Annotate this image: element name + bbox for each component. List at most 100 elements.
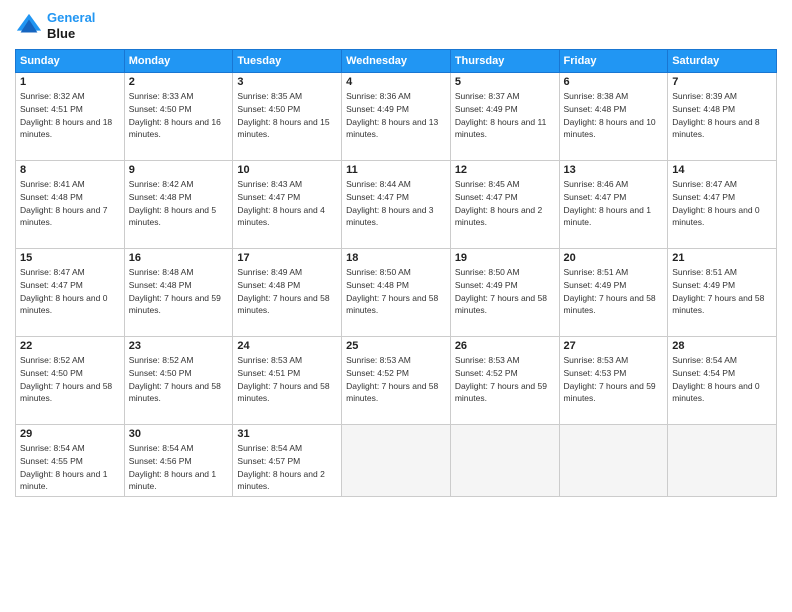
day-number: 6 — [564, 76, 664, 88]
day-number: 27 — [564, 340, 664, 352]
day-info: Sunrise: 8:53 AM Sunset: 4:51 PM Dayligh… — [237, 354, 337, 405]
calendar-week-row: 8 Sunrise: 8:41 AM Sunset: 4:48 PM Dayli… — [16, 161, 777, 249]
calendar-cell: 24 Sunrise: 8:53 AM Sunset: 4:51 PM Dayl… — [233, 337, 342, 425]
day-info: Sunrise: 8:54 AM Sunset: 4:56 PM Dayligh… — [129, 442, 229, 493]
day-number: 24 — [237, 340, 337, 352]
day-info: Sunrise: 8:53 AM Sunset: 4:53 PM Dayligh… — [564, 354, 664, 405]
calendar-cell — [450, 425, 559, 497]
calendar-cell: 7 Sunrise: 8:39 AM Sunset: 4:48 PM Dayli… — [668, 73, 777, 161]
day-number: 26 — [455, 340, 555, 352]
col-wednesday: Wednesday — [342, 50, 451, 73]
col-saturday: Saturday — [668, 50, 777, 73]
day-number: 28 — [672, 340, 772, 352]
calendar-cell: 12 Sunrise: 8:45 AM Sunset: 4:47 PM Dayl… — [450, 161, 559, 249]
day-number: 9 — [129, 164, 229, 176]
day-number: 10 — [237, 164, 337, 176]
day-info: Sunrise: 8:47 AM Sunset: 4:47 PM Dayligh… — [672, 178, 772, 229]
calendar-cell: 22 Sunrise: 8:52 AM Sunset: 4:50 PM Dayl… — [16, 337, 125, 425]
calendar-cell: 25 Sunrise: 8:53 AM Sunset: 4:52 PM Dayl… — [342, 337, 451, 425]
day-number: 4 — [346, 76, 446, 88]
calendar-cell: 31 Sunrise: 8:54 AM Sunset: 4:57 PM Dayl… — [233, 425, 342, 497]
day-number: 29 — [20, 428, 120, 440]
calendar-cell: 3 Sunrise: 8:35 AM Sunset: 4:50 PM Dayli… — [233, 73, 342, 161]
calendar-cell: 28 Sunrise: 8:54 AM Sunset: 4:54 PM Dayl… — [668, 337, 777, 425]
calendar-cell: 8 Sunrise: 8:41 AM Sunset: 4:48 PM Dayli… — [16, 161, 125, 249]
day-info: Sunrise: 8:47 AM Sunset: 4:47 PM Dayligh… — [20, 266, 120, 317]
day-number: 17 — [237, 252, 337, 264]
calendar-cell: 11 Sunrise: 8:44 AM Sunset: 4:47 PM Dayl… — [342, 161, 451, 249]
calendar-cell: 5 Sunrise: 8:37 AM Sunset: 4:49 PM Dayli… — [450, 73, 559, 161]
day-number: 14 — [672, 164, 772, 176]
day-info: Sunrise: 8:32 AM Sunset: 4:51 PM Dayligh… — [20, 90, 120, 141]
day-number: 13 — [564, 164, 664, 176]
day-number: 11 — [346, 164, 446, 176]
calendar-cell: 10 Sunrise: 8:43 AM Sunset: 4:47 PM Dayl… — [233, 161, 342, 249]
calendar-cell — [559, 425, 668, 497]
day-info: Sunrise: 8:36 AM Sunset: 4:49 PM Dayligh… — [346, 90, 446, 141]
day-info: Sunrise: 8:54 AM Sunset: 4:57 PM Dayligh… — [237, 442, 337, 493]
day-info: Sunrise: 8:52 AM Sunset: 4:50 PM Dayligh… — [20, 354, 120, 405]
calendar-cell: 20 Sunrise: 8:51 AM Sunset: 4:49 PM Dayl… — [559, 249, 668, 337]
calendar-cell: 15 Sunrise: 8:47 AM Sunset: 4:47 PM Dayl… — [16, 249, 125, 337]
col-tuesday: Tuesday — [233, 50, 342, 73]
day-info: Sunrise: 8:39 AM Sunset: 4:48 PM Dayligh… — [672, 90, 772, 141]
calendar-cell: 26 Sunrise: 8:53 AM Sunset: 4:52 PM Dayl… — [450, 337, 559, 425]
col-sunday: Sunday — [16, 50, 125, 73]
day-number: 23 — [129, 340, 229, 352]
calendar-cell: 14 Sunrise: 8:47 AM Sunset: 4:47 PM Dayl… — [668, 161, 777, 249]
calendar-cell: 13 Sunrise: 8:46 AM Sunset: 4:47 PM Dayl… — [559, 161, 668, 249]
calendar-cell: 21 Sunrise: 8:51 AM Sunset: 4:49 PM Dayl… — [668, 249, 777, 337]
day-info: Sunrise: 8:41 AM Sunset: 4:48 PM Dayligh… — [20, 178, 120, 229]
calendar-table: Sunday Monday Tuesday Wednesday Thursday… — [15, 49, 777, 497]
day-info: Sunrise: 8:50 AM Sunset: 4:48 PM Dayligh… — [346, 266, 446, 317]
day-info: Sunrise: 8:53 AM Sunset: 4:52 PM Dayligh… — [346, 354, 446, 405]
day-number: 3 — [237, 76, 337, 88]
day-info: Sunrise: 8:43 AM Sunset: 4:47 PM Dayligh… — [237, 178, 337, 229]
day-info: Sunrise: 8:44 AM Sunset: 4:47 PM Dayligh… — [346, 178, 446, 229]
day-info: Sunrise: 8:53 AM Sunset: 4:52 PM Dayligh… — [455, 354, 555, 405]
day-info: Sunrise: 8:37 AM Sunset: 4:49 PM Dayligh… — [455, 90, 555, 141]
logo-text: General Blue — [47, 10, 95, 41]
calendar-cell: 1 Sunrise: 8:32 AM Sunset: 4:51 PM Dayli… — [16, 73, 125, 161]
day-number: 16 — [129, 252, 229, 264]
day-info: Sunrise: 8:38 AM Sunset: 4:48 PM Dayligh… — [564, 90, 664, 141]
calendar-cell — [342, 425, 451, 497]
calendar-week-row: 1 Sunrise: 8:32 AM Sunset: 4:51 PM Dayli… — [16, 73, 777, 161]
day-number: 20 — [564, 252, 664, 264]
calendar-cell: 30 Sunrise: 8:54 AM Sunset: 4:56 PM Dayl… — [124, 425, 233, 497]
day-info: Sunrise: 8:35 AM Sunset: 4:50 PM Dayligh… — [237, 90, 337, 141]
day-info: Sunrise: 8:42 AM Sunset: 4:48 PM Dayligh… — [129, 178, 229, 229]
day-info: Sunrise: 8:52 AM Sunset: 4:50 PM Dayligh… — [129, 354, 229, 405]
day-number: 2 — [129, 76, 229, 88]
col-thursday: Thursday — [450, 50, 559, 73]
logo: General Blue — [15, 10, 95, 41]
page: General Blue Sunday Monday Tuesday Wedne… — [0, 0, 792, 612]
day-number: 8 — [20, 164, 120, 176]
calendar-header-row: Sunday Monday Tuesday Wednesday Thursday… — [16, 50, 777, 73]
day-info: Sunrise: 8:49 AM Sunset: 4:48 PM Dayligh… — [237, 266, 337, 317]
day-info: Sunrise: 8:45 AM Sunset: 4:47 PM Dayligh… — [455, 178, 555, 229]
calendar-cell: 16 Sunrise: 8:48 AM Sunset: 4:48 PM Dayl… — [124, 249, 233, 337]
calendar-cell: 9 Sunrise: 8:42 AM Sunset: 4:48 PM Dayli… — [124, 161, 233, 249]
calendar-cell: 27 Sunrise: 8:53 AM Sunset: 4:53 PM Dayl… — [559, 337, 668, 425]
day-info: Sunrise: 8:54 AM Sunset: 4:54 PM Dayligh… — [672, 354, 772, 405]
calendar-cell: 4 Sunrise: 8:36 AM Sunset: 4:49 PM Dayli… — [342, 73, 451, 161]
calendar-cell: 23 Sunrise: 8:52 AM Sunset: 4:50 PM Dayl… — [124, 337, 233, 425]
day-info: Sunrise: 8:48 AM Sunset: 4:48 PM Dayligh… — [129, 266, 229, 317]
day-number: 21 — [672, 252, 772, 264]
calendar-cell: 17 Sunrise: 8:49 AM Sunset: 4:48 PM Dayl… — [233, 249, 342, 337]
day-number: 31 — [237, 428, 337, 440]
day-number: 18 — [346, 252, 446, 264]
calendar-cell — [668, 425, 777, 497]
calendar-cell: 29 Sunrise: 8:54 AM Sunset: 4:55 PM Dayl… — [16, 425, 125, 497]
day-info: Sunrise: 8:46 AM Sunset: 4:47 PM Dayligh… — [564, 178, 664, 229]
calendar-week-row: 15 Sunrise: 8:47 AM Sunset: 4:47 PM Dayl… — [16, 249, 777, 337]
day-number: 25 — [346, 340, 446, 352]
day-number: 19 — [455, 252, 555, 264]
day-info: Sunrise: 8:54 AM Sunset: 4:55 PM Dayligh… — [20, 442, 120, 493]
day-info: Sunrise: 8:33 AM Sunset: 4:50 PM Dayligh… — [129, 90, 229, 141]
calendar-cell: 2 Sunrise: 8:33 AM Sunset: 4:50 PM Dayli… — [124, 73, 233, 161]
col-friday: Friday — [559, 50, 668, 73]
header: General Blue — [15, 10, 777, 41]
day-number: 7 — [672, 76, 772, 88]
